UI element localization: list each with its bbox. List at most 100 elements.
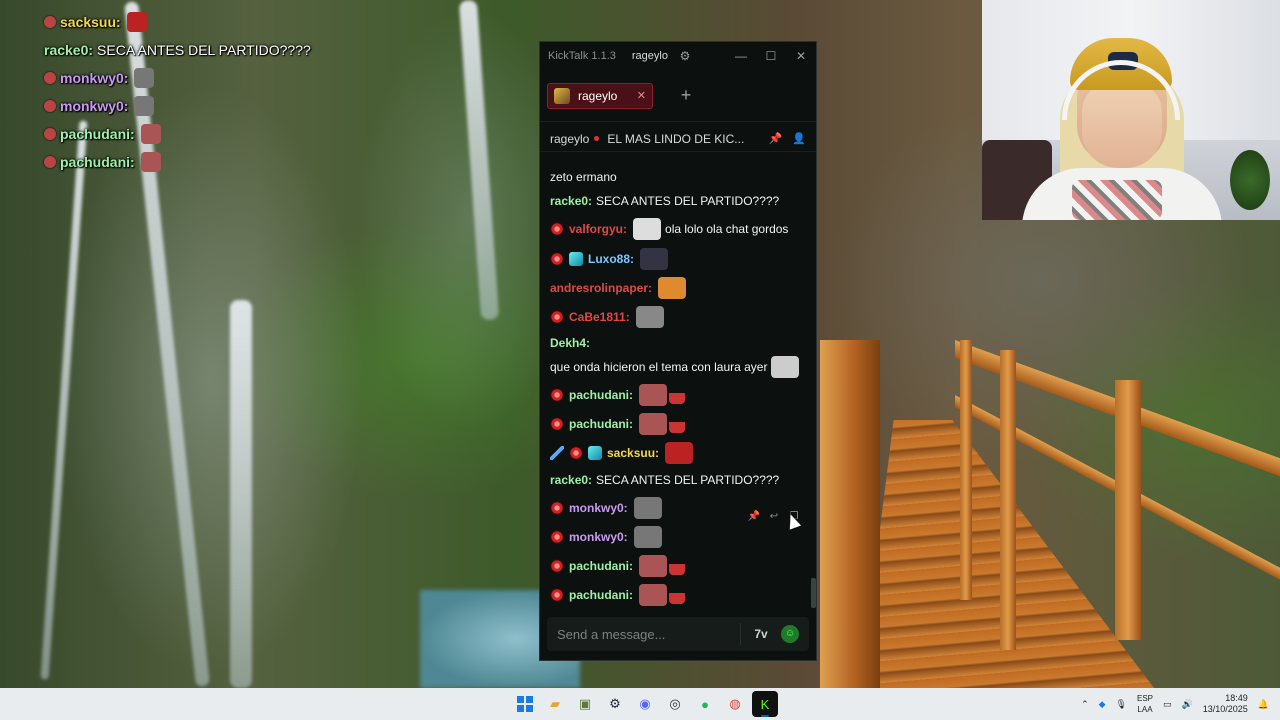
username[interactable]: Luxo88: xyxy=(588,251,634,267)
username[interactable]: pachudani: xyxy=(569,416,633,432)
pin-icon[interactable]: 📌 xyxy=(769,132,783,145)
username[interactable]: Dekh4: xyxy=(550,335,590,351)
close-tab-icon[interactable]: ✕ xyxy=(637,89,646,102)
clock[interactable]: 18:49 13/10/2025 xyxy=(1203,693,1248,715)
username[interactable]: racke0: xyxy=(550,472,592,488)
user-icon[interactable]: 👤 xyxy=(792,132,806,145)
username[interactable]: andresrolinpaper: xyxy=(550,280,652,296)
username[interactable]: valforgyu: xyxy=(569,221,627,237)
pin-message-icon[interactable]: 📌 xyxy=(744,509,764,525)
wine-emote-icon xyxy=(669,385,686,404)
tray-overflow-icon[interactable]: ⌃ xyxy=(1081,699,1089,710)
emote-icon xyxy=(639,383,668,406)
live-indicator-icon xyxy=(594,136,600,141)
badge-icon xyxy=(44,100,56,112)
chat-message[interactable]: Luxo88: xyxy=(550,244,806,273)
channel-name[interactable]: rageylo xyxy=(550,132,589,146)
kick-icon[interactable]: K xyxy=(752,691,778,717)
chat-message[interactable]: valforgyu: ola lolo ola chat gordos xyxy=(550,214,806,244)
app-title: KickTalk 1.1.3 xyxy=(548,50,616,62)
obs-icon[interactable]: ◎ xyxy=(662,691,688,717)
badge-icon xyxy=(44,16,56,28)
overlay-username: pachudani: xyxy=(60,154,135,170)
close-button[interactable]: ✕ xyxy=(786,49,816,63)
title-bar[interactable]: KickTalk 1.1.3 rageylo ⚙ — ☐ ✕ xyxy=(540,42,816,70)
minimize-button[interactable]: — xyxy=(726,49,756,63)
discord-icon[interactable]: ◉ xyxy=(632,691,658,717)
clock-date: 13/10/2025 xyxy=(1202,704,1248,714)
emote-icon xyxy=(134,68,155,88)
emote-icon xyxy=(639,554,668,577)
username[interactable]: monkwy0: xyxy=(569,529,628,545)
subscriber-badge-icon xyxy=(550,387,564,402)
wine-emote-icon xyxy=(669,414,686,433)
chat-message[interactable]: monkwy0: xyxy=(550,522,806,551)
overlay-chat: sacksuu: racke0: SECA ANTES DEL PARTIDO???… xyxy=(44,8,311,176)
microphone-icon[interactable]: 🎙 xyxy=(1116,699,1127,710)
subscriber-badge-icon xyxy=(550,587,564,602)
chat-message[interactable]: sacksuu: xyxy=(550,438,806,467)
chat-message[interactable]: pachudani: xyxy=(550,580,806,606)
username[interactable]: pachudani: xyxy=(569,558,633,574)
maximize-button[interactable]: ☐ xyxy=(756,49,786,63)
chat-message[interactable]: pachudani: xyxy=(550,380,806,409)
settings-gear-icon[interactable]: ⚙ xyxy=(678,49,692,63)
7tv-emote-button[interactable]: 7v xyxy=(749,622,773,646)
app-icon[interactable]: ▣ xyxy=(572,691,598,717)
file-explorer-icon[interactable]: ▰ xyxy=(542,691,568,717)
username[interactable]: monkwy0: xyxy=(569,500,628,516)
boardwalk-post xyxy=(1000,350,1016,650)
add-tab-button[interactable]: + xyxy=(673,83,699,109)
message-input[interactable]: Send a message... 7v ☺ xyxy=(547,617,809,651)
emote-icon xyxy=(665,441,694,464)
start-icon[interactable] xyxy=(512,691,538,717)
current-user[interactable]: rageylo xyxy=(632,50,668,62)
message-text: SECA ANTES DEL PARTIDO???? xyxy=(596,194,780,208)
volume-icon[interactable]: 🔊 xyxy=(1182,699,1193,710)
chat-message[interactable]: Dekh4: que onda hicieron el tema con laur… xyxy=(550,332,806,380)
username[interactable]: sacksuu: xyxy=(607,445,659,461)
username[interactable]: pachudani: xyxy=(569,587,633,603)
subscriber-badge-icon xyxy=(550,416,564,431)
badge-icon xyxy=(44,156,56,168)
message-input-placeholder[interactable]: Send a message... xyxy=(557,627,740,642)
chat-message[interactable]: andresrolinpaper: xyxy=(550,273,806,302)
shield-icon[interactable]: ◆ xyxy=(1099,699,1106,710)
overlay-message-text: SECA ANTES DEL PARTIDO???? xyxy=(97,42,311,58)
webcam-shirt-print xyxy=(1072,180,1162,220)
subscriber-badge-icon xyxy=(550,310,564,324)
chat-message[interactable]: zeto ermano xyxy=(550,166,806,188)
reply-icon[interactable]: ↩ xyxy=(764,509,784,525)
chat-message[interactable]: pachudani: xyxy=(550,409,806,438)
message-text: que onda hicieron el tema con laura ayer xyxy=(550,359,768,374)
overlay-chat-line: racke0: SECA ANTES DEL PARTIDO???? xyxy=(44,36,311,64)
overlay-username: sacksuu: xyxy=(60,14,121,30)
username[interactable]: pachudani: xyxy=(569,387,633,403)
scrollbar[interactable] xyxy=(811,578,816,608)
spotify-icon[interactable]: ● xyxy=(692,691,718,717)
chat-message[interactable]: racke0: SECA ANTES DEL PARTIDO???? xyxy=(550,467,806,493)
subscriber-badge-icon xyxy=(550,222,564,236)
keyboard-layout: LAA xyxy=(1137,705,1153,714)
emote-icon xyxy=(639,412,668,435)
steam-icon[interactable]: ⚙ xyxy=(602,691,628,717)
username[interactable]: CaBe1811: xyxy=(569,309,630,325)
chat-messages[interactable]: zeto ermano racke0: SECA ANTES DEL PARTIDO… xyxy=(540,166,816,606)
waterfall xyxy=(230,300,252,688)
tab-rageylo[interactable]: rageylo ✕ xyxy=(547,82,653,109)
language-indicator[interactable]: ESP LAA xyxy=(1137,693,1153,715)
network-icon[interactable]: ▭ xyxy=(1163,699,1172,710)
chat-message[interactable]: racke0: SECA ANTES DEL PARTIDO???? xyxy=(550,188,806,214)
kicktalk-window: KickTalk 1.1.3 rageylo ⚙ — ☐ ✕ rageylo ✕… xyxy=(539,41,817,661)
emote-icon xyxy=(658,276,687,299)
emote-icon xyxy=(635,306,664,328)
notifications-icon[interactable]: 🔔 xyxy=(1258,699,1269,710)
message-text: SECA ANTES DEL PARTIDO???? xyxy=(596,473,780,487)
input-divider xyxy=(740,623,741,645)
username[interactable]: racke0: xyxy=(550,193,592,209)
overlay-username: racke0: xyxy=(44,42,94,58)
chrome-icon[interactable]: ◍ xyxy=(722,691,748,717)
kick-emote-icon[interactable]: ☺ xyxy=(781,625,799,643)
chat-message[interactable]: pachudani: xyxy=(550,551,806,580)
chat-message[interactable]: CaBe1811: xyxy=(550,302,806,332)
